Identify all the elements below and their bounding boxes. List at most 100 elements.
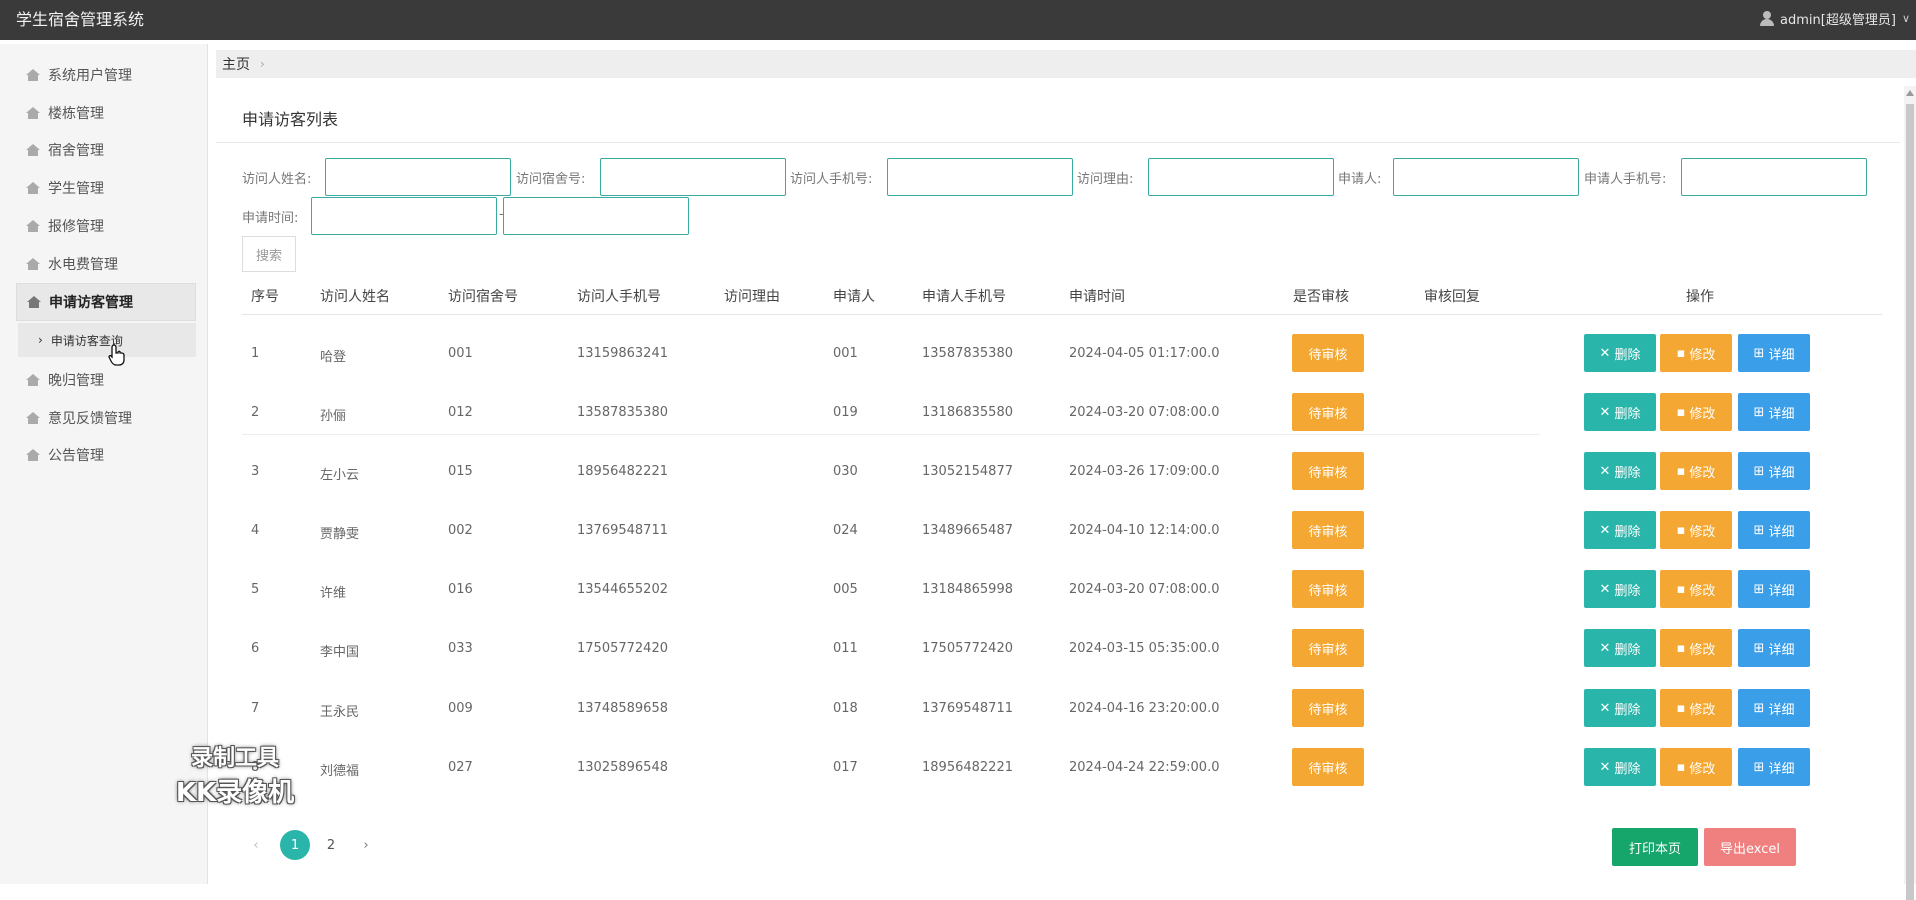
sidebar-item-utilities[interactable]: 水电费管理 xyxy=(16,245,196,283)
cell-visitor-name: 王永民 xyxy=(320,705,360,720)
delete-button[interactable]: ✕ 删除 xyxy=(1584,570,1656,608)
audit-status-button[interactable]: 待审核 xyxy=(1292,393,1364,431)
detail-icon: ⊞ xyxy=(1753,345,1765,361)
detail-button[interactable]: ⊞ 详细 xyxy=(1738,689,1810,727)
pager-page-1[interactable]: 1 xyxy=(280,830,310,860)
cell-visitor-name: 左小云 xyxy=(320,468,360,483)
edit-button[interactable]: ▪ 修改 xyxy=(1660,748,1732,786)
print-page-button[interactable]: 打印本页 xyxy=(1612,828,1698,866)
edit-button[interactable]: ▪ 修改 xyxy=(1660,570,1732,608)
edit-button-label: 修改 xyxy=(1689,347,1716,363)
close-icon: ✕ xyxy=(1599,345,1611,361)
applicant-input[interactable] xyxy=(1393,158,1579,196)
sidebar-item-label: 宿舍管理 xyxy=(48,143,104,159)
user-menu[interactable]: admin[超级管理员] ∨ xyxy=(1760,9,1910,28)
export-excel-button[interactable]: 导出excel xyxy=(1704,828,1796,866)
sidebar-item-late-return[interactable]: 晚归管理 xyxy=(16,361,196,399)
apply-time-end-input[interactable] xyxy=(503,197,689,235)
delete-button[interactable]: ✕ 删除 xyxy=(1584,629,1656,667)
cell-applicant: 030 xyxy=(833,464,858,479)
sidebar-item-feedback[interactable]: 意见反馈管理 xyxy=(16,399,196,437)
delete-button[interactable]: ✕ 删除 xyxy=(1584,334,1656,372)
apply-time-start-input[interactable] xyxy=(311,197,497,235)
audit-status-button[interactable]: 待审核 xyxy=(1292,748,1364,786)
cell-no: 2 xyxy=(251,405,260,420)
edit-button[interactable]: ▪ 修改 xyxy=(1660,393,1732,431)
edit-button[interactable]: ▪ 修改 xyxy=(1660,511,1732,549)
home-icon xyxy=(26,412,40,424)
delete-button-label: 删除 xyxy=(1614,347,1641,363)
sidebar-item-label: 系统用户管理 xyxy=(48,68,132,84)
audit-status-button[interactable]: 待审核 xyxy=(1292,511,1364,549)
audit-status-button[interactable]: 待审核 xyxy=(1292,334,1364,372)
sidebar-item-buildings[interactable]: 楼栋管理 xyxy=(16,94,196,132)
cell-visitor-phone: 13769548711 xyxy=(577,523,668,538)
cell-applicant-phone: 13184865998 xyxy=(922,582,1013,597)
chevron-right-icon: › xyxy=(38,333,43,347)
sidebar-item-dorms[interactable]: 宿舍管理 xyxy=(16,131,196,169)
chevron-right-icon: › xyxy=(260,57,265,71)
scrollbar-thumb[interactable] xyxy=(1906,104,1914,900)
audit-status-button[interactable]: 待审核 xyxy=(1292,570,1364,608)
col-header-applicant: 申请人 xyxy=(833,289,875,305)
cell-applicant-phone: 13186835580 xyxy=(922,405,1013,420)
delete-button[interactable]: ✕ 删除 xyxy=(1584,748,1656,786)
reason-input[interactable] xyxy=(1148,158,1334,196)
visitor-name-input[interactable] xyxy=(325,158,511,196)
pager-page-2[interactable]: 2 xyxy=(318,830,344,860)
vertical-scrollbar[interactable] xyxy=(1904,86,1916,900)
dorm-no-label: 访问宿舍号: xyxy=(516,172,586,187)
delete-button[interactable]: ✕ 删除 xyxy=(1584,452,1656,490)
cell-visitor-phone: 13544655202 xyxy=(577,582,668,597)
edit-button[interactable]: ▪ 修改 xyxy=(1660,689,1732,727)
close-icon: ✕ xyxy=(1599,640,1611,656)
audit-status-button[interactable]: 待审核 xyxy=(1292,689,1364,727)
sidebar-item-students[interactable]: 学生管理 xyxy=(16,169,196,207)
edit-button[interactable]: ▪ 修改 xyxy=(1660,334,1732,372)
detail-button[interactable]: ⊞ 详细 xyxy=(1738,570,1810,608)
detail-button[interactable]: ⊞ 详细 xyxy=(1738,334,1810,372)
col-header-no: 序号 xyxy=(251,289,279,305)
pager-next[interactable]: › xyxy=(354,830,378,860)
edit-button-label: 修改 xyxy=(1689,761,1716,777)
edit-button-label: 修改 xyxy=(1689,642,1716,658)
edit-icon: ▪ xyxy=(1676,463,1686,479)
detail-button[interactable]: ⊞ 详细 xyxy=(1738,748,1810,786)
sidebar-item-repairs[interactable]: 报修管理 xyxy=(16,207,196,245)
col-header-dorm: 访问宿舍号 xyxy=(448,289,518,305)
cell-apply-time: 2024-03-20 07:08:00.0 xyxy=(1069,405,1220,420)
sidebar-subitem-visitor-query[interactable]: › 申请访客查询 xyxy=(18,323,196,357)
recorder-watermark: 录制工具 KK录像机 xyxy=(160,740,310,809)
cell-no: 7 xyxy=(251,701,260,716)
close-icon: ✕ xyxy=(1599,759,1611,775)
edit-button[interactable]: ▪ 修改 xyxy=(1660,452,1732,490)
delete-button[interactable]: ✕ 删除 xyxy=(1584,689,1656,727)
edit-icon: ▪ xyxy=(1676,759,1686,775)
delete-button[interactable]: ✕ 删除 xyxy=(1584,393,1656,431)
breadcrumb-home[interactable]: 主页 xyxy=(222,54,250,74)
sidebar-item-visitor-requests[interactable]: 申请访客管理 xyxy=(16,283,196,321)
col-header-audit: 是否审核 xyxy=(1293,289,1349,305)
detail-button-label: 详细 xyxy=(1768,642,1795,658)
col-header-apply-time: 申请时间 xyxy=(1069,289,1125,305)
delete-button[interactable]: ✕ 删除 xyxy=(1584,511,1656,549)
detail-button[interactable]: ⊞ 详细 xyxy=(1738,393,1810,431)
watermark-line-2: KK录像机 xyxy=(175,778,295,808)
applicant-phone-input[interactable] xyxy=(1681,158,1867,196)
cell-apply-time: 2024-04-24 22:59:00.0 xyxy=(1069,760,1220,775)
pager-prev[interactable]: ‹ xyxy=(244,830,268,860)
sidebar-item-announcements[interactable]: 公告管理 xyxy=(16,436,196,474)
visitor-phone-input[interactable] xyxy=(887,158,1073,196)
edit-button-label: 修改 xyxy=(1689,524,1716,540)
audit-status-button[interactable]: 待审核 xyxy=(1292,452,1364,490)
detail-button[interactable]: ⊞ 详细 xyxy=(1738,452,1810,490)
audit-status-button[interactable]: 待审核 xyxy=(1292,629,1364,667)
detail-button[interactable]: ⊞ 详细 xyxy=(1738,629,1810,667)
dorm-no-input[interactable] xyxy=(600,158,786,196)
detail-button[interactable]: ⊞ 详细 xyxy=(1738,511,1810,549)
edit-button[interactable]: ▪ 修改 xyxy=(1660,629,1732,667)
sidebar-item-system-users[interactable]: 系统用户管理 xyxy=(16,56,196,94)
cell-applicant-phone: 13769548711 xyxy=(922,701,1013,716)
delete-button-label: 删除 xyxy=(1614,465,1641,481)
search-button[interactable]: 搜索 xyxy=(242,236,296,272)
